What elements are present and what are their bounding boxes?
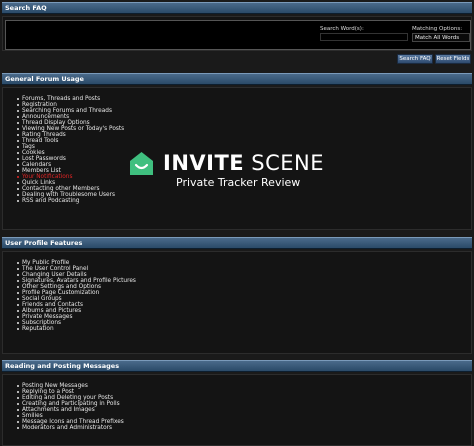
reading-posting-messages-header: Reading and Posting Messages — [2, 360, 472, 372]
envelope-logo-icon — [130, 152, 153, 175]
search-words-input[interactable] — [320, 33, 408, 41]
general-forum-usage-header: General Forum Usage — [2, 73, 472, 85]
matching-options-select[interactable]: Match All Words — [412, 33, 470, 42]
matching-options-label: Matching Options: — [412, 26, 463, 32]
faq-link-item[interactable]: Reputation — [17, 326, 136, 332]
general-forum-usage-list: Forums, Threads and Posts Registration Sea… — [16, 96, 124, 204]
watermark-brand: INVITE SCENE — [163, 151, 325, 175]
search-words-label: Search Word(s): — [320, 26, 364, 32]
invite-scene-watermark: INVITE SCENE Private Tracker Review — [128, 150, 328, 196]
watermark-tagline: Private Tracker Review — [176, 176, 301, 189]
reading-posting-messages-list: Posting New Messages Replying to a Post Ed… — [17, 383, 124, 431]
faq-link-item[interactable]: RSS and Podcasting — [16, 198, 124, 204]
search-faq-header: Search FAQ — [2, 2, 472, 14]
user-profile-features-list: My Public Profile The User Control Panel C… — [17, 260, 136, 332]
search-faq-button[interactable]: Search FAQ — [397, 54, 433, 64]
faq-link-item[interactable]: Moderators and Administrators — [17, 425, 124, 431]
user-profile-features-header: User Profile Features — [2, 237, 472, 249]
reset-fields-button[interactable]: Reset Fields — [435, 54, 471, 64]
